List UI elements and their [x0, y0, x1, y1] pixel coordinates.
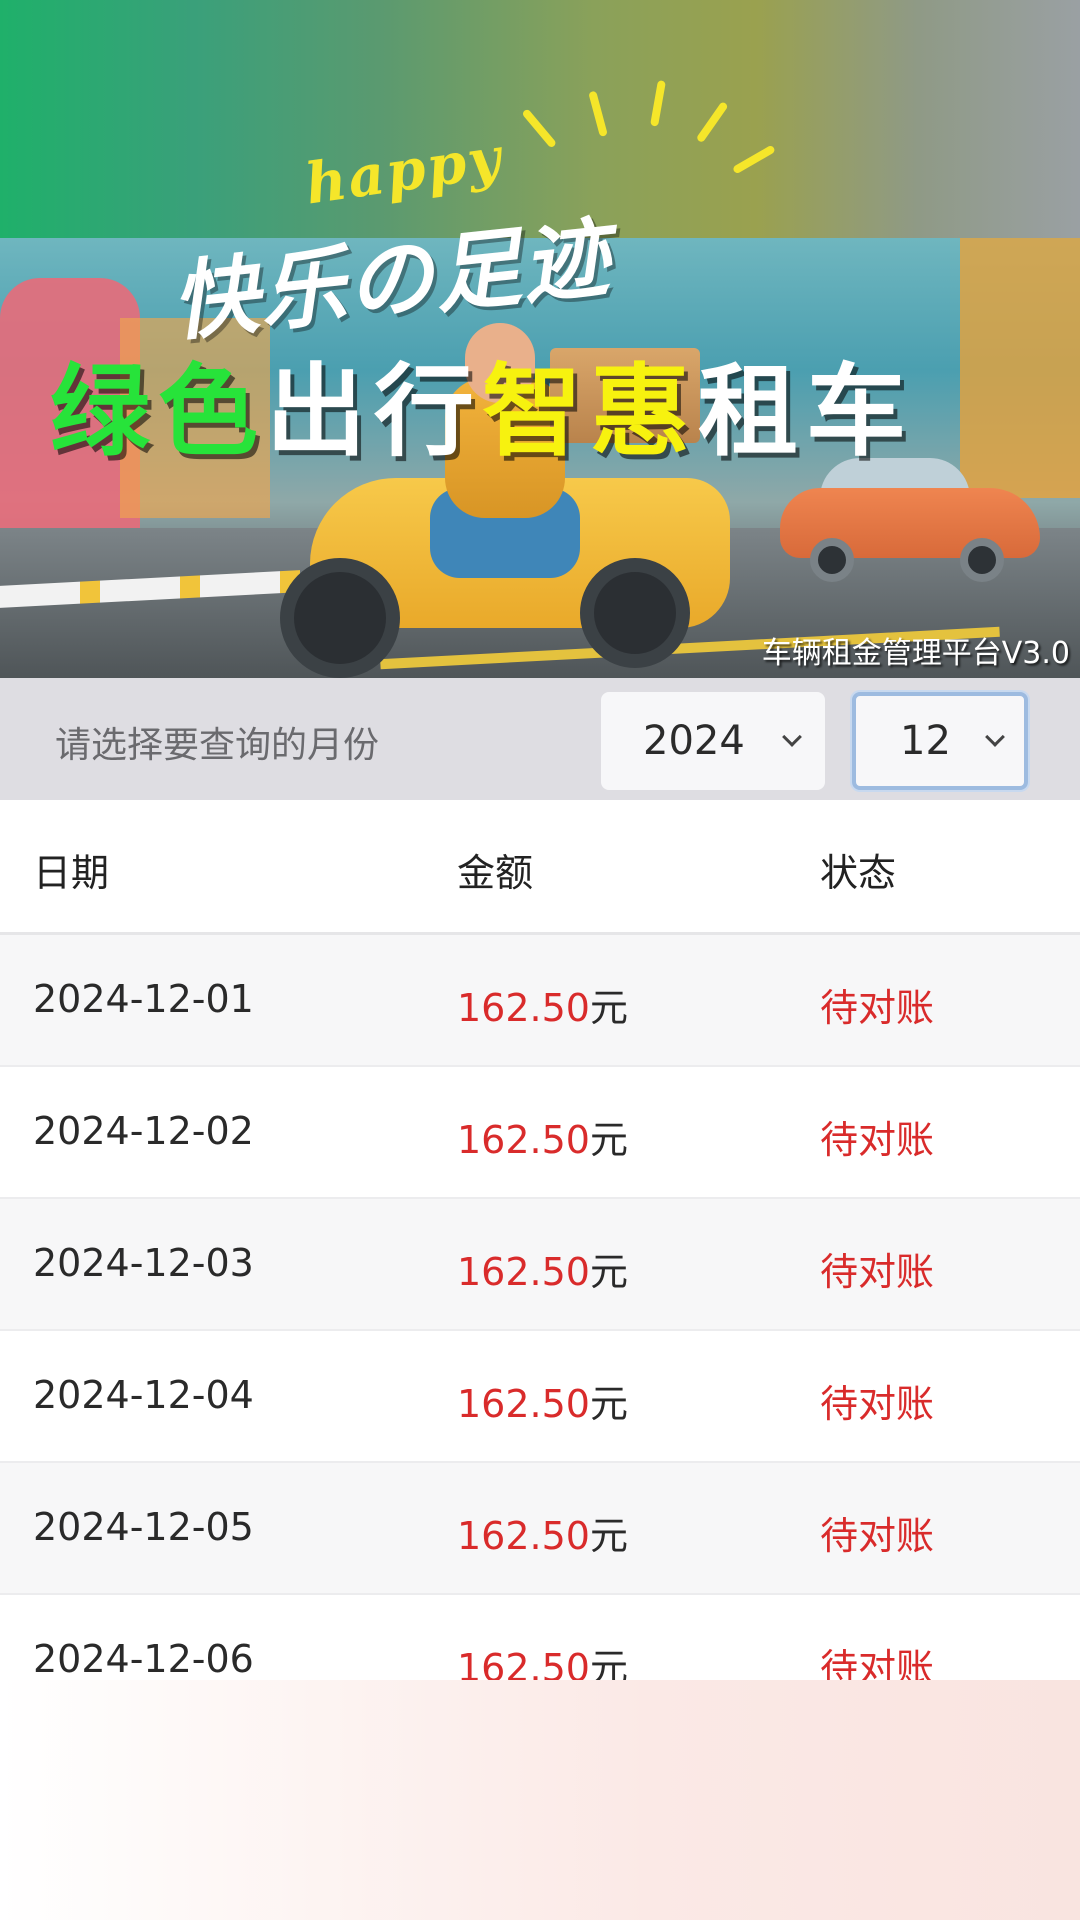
month-select-value: 12 [900, 718, 951, 764]
row-date: 2024-12-06 [33, 1637, 254, 1681]
bottom-blurred-area [0, 1680, 1080, 1920]
row-status: 待对账 [820, 1250, 935, 1294]
amount-value: 162.50 [457, 1250, 590, 1294]
amount-unit: 元 [589, 1514, 628, 1558]
row-status: 待对账 [820, 1514, 935, 1558]
row-amount: 162.50元 [457, 977, 628, 1032]
table-row[interactable]: 2024-12-05 162.50元 待对账 [0, 1463, 1080, 1595]
month-selector-bar: 请选择要查询的月份 2024 12 [0, 678, 1080, 800]
scooter-wheel-rear [580, 558, 690, 668]
title-green-text: 绿色 [50, 353, 266, 470]
title-white-text-1: 出行 [266, 353, 482, 470]
row-amount: 162.50元 [457, 1505, 628, 1560]
chevron-down-icon [782, 727, 802, 747]
amount-value: 162.50 [457, 986, 590, 1030]
header-date: 日期 [33, 851, 110, 895]
header-status: 状态 [820, 851, 897, 895]
car-wheel-front [810, 538, 854, 582]
banner-title-line2: 绿色出行智惠租车 [50, 330, 914, 475]
row-date: 2024-12-04 [33, 1373, 254, 1417]
table-row[interactable]: 2024-12-04 162.50元 待对账 [0, 1331, 1080, 1463]
year-select-value: 2024 [643, 718, 745, 764]
amount-unit: 元 [589, 986, 628, 1030]
chevron-down-icon [985, 727, 1005, 747]
row-date: 2024-12-05 [33, 1505, 254, 1549]
table-row[interactable]: 2024-12-02 162.50元 待对账 [0, 1067, 1080, 1199]
row-date: 2024-12-03 [33, 1241, 254, 1285]
title-white-text-2: 租车 [698, 353, 914, 470]
rent-table: 日期 金额 状态 2024-12-01 162.50元 待对账 2024-12-… [0, 800, 1080, 1690]
month-select[interactable]: 12 [852, 692, 1028, 790]
row-date: 2024-12-01 [33, 977, 254, 1021]
platform-version-label: 车辆租金管理平台V3.0 [761, 636, 1070, 671]
amount-value: 162.50 [457, 1382, 590, 1426]
row-amount: 162.50元 [457, 1373, 628, 1428]
title-yellow-text: 智惠 [482, 353, 698, 470]
header-amount: 金额 [457, 851, 534, 895]
amount-value: 162.50 [457, 1118, 590, 1162]
table-row[interactable]: 2024-12-03 162.50元 待对账 [0, 1199, 1080, 1331]
scooter-wheel-front [280, 558, 400, 678]
amount-unit: 元 [589, 1250, 628, 1294]
row-date: 2024-12-02 [33, 1109, 254, 1153]
row-status: 待对账 [820, 1382, 935, 1426]
month-selector-label: 请选择要查询的月份 [55, 725, 380, 766]
amount-unit: 元 [589, 1382, 628, 1426]
row-amount: 162.50元 [457, 1241, 628, 1296]
car-wheel-rear [960, 538, 1004, 582]
table-header: 日期 金额 状态 [0, 800, 1080, 935]
row-status: 待对账 [820, 986, 935, 1030]
row-status: 待对账 [820, 1118, 935, 1162]
amount-value: 162.50 [457, 1514, 590, 1558]
table-row[interactable]: 2024-12-01 162.50元 待对账 [0, 935, 1080, 1067]
row-amount: 162.50元 [457, 1109, 628, 1164]
amount-unit: 元 [589, 1118, 628, 1162]
year-select[interactable]: 2024 [601, 692, 825, 790]
